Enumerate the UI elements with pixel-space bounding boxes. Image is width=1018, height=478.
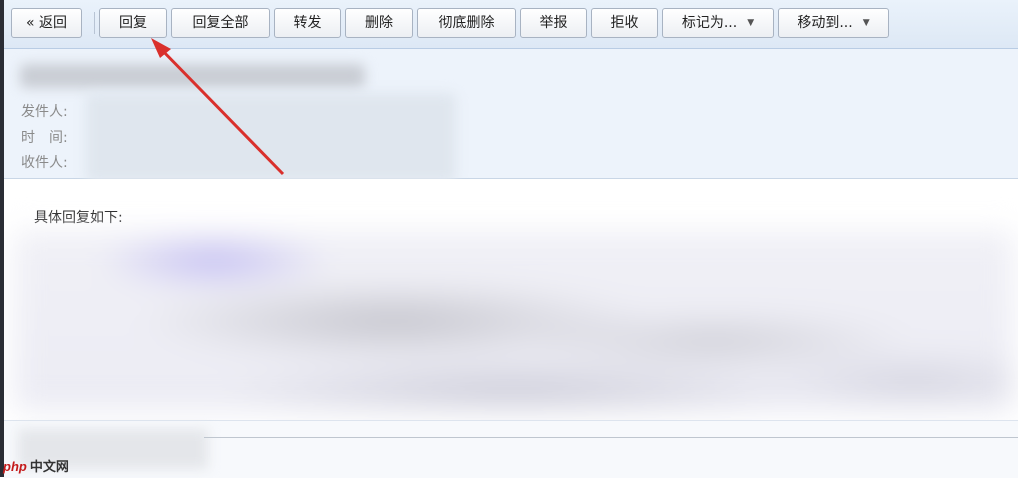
mark-as-dropdown[interactable]: 标记为... ▼ bbox=[662, 8, 774, 38]
reply-button[interactable]: 回复 bbox=[99, 8, 167, 38]
recipient-label: 收件人: bbox=[21, 155, 68, 171]
time-label: 时 间: bbox=[21, 130, 68, 146]
toolbar-separator bbox=[94, 12, 95, 34]
delete-permanently-button[interactable]: 彻底删除 bbox=[417, 8, 516, 38]
reply-all-button[interactable]: 回复全部 bbox=[171, 8, 270, 38]
delete-button[interactable]: 删除 bbox=[345, 8, 413, 38]
footer-divider bbox=[204, 437, 1018, 438]
body-content-redacted bbox=[14, 231, 1014, 411]
watermark-site: 中文网 bbox=[29, 459, 69, 474]
window-left-edge bbox=[0, 0, 4, 477]
subject-redacted bbox=[20, 64, 365, 88]
mark-as-label: 标记为... bbox=[681, 15, 738, 31]
move-to-dropdown[interactable]: 移动到... ▼ bbox=[778, 8, 889, 38]
watermark-brand: php bbox=[3, 459, 27, 474]
mail-toolbar: « 返回 回复 回复全部 转发 删除 彻底删除 举报 拒收 标记为... ▼ 移动… bbox=[4, 0, 1018, 49]
reject-button[interactable]: 拒收 bbox=[591, 8, 658, 38]
header-details-redacted bbox=[86, 93, 456, 183]
sender-label: 发件人: bbox=[21, 104, 68, 120]
report-button[interactable]: 举报 bbox=[520, 8, 587, 38]
reply-intro-text: 具体回复如下: bbox=[34, 210, 123, 226]
mail-body: 具体回复如下: bbox=[4, 179, 1018, 419]
site-watermark: php 中文网 bbox=[3, 456, 69, 475]
forward-button[interactable]: 转发 bbox=[274, 8, 341, 38]
mail-header: 发件人: 时 间: 收件人: bbox=[4, 49, 1018, 183]
chevron-down-icon: ▼ bbox=[862, 18, 870, 28]
chevron-down-icon: ▼ bbox=[747, 18, 755, 28]
move-to-label: 移动到... bbox=[797, 15, 853, 31]
mail-footer bbox=[4, 420, 1018, 478]
back-button[interactable]: « 返回 bbox=[11, 8, 82, 38]
